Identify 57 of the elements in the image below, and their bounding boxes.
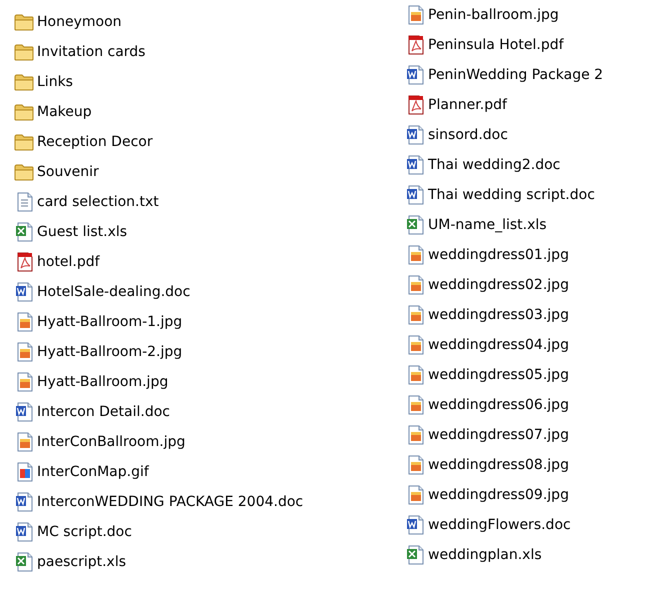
file-name[interactable]: Penin-ballroom.jpg (428, 7, 559, 23)
file-name[interactable]: weddingdress04.jpg (428, 337, 569, 353)
file-name[interactable]: weddingdress01.jpg (428, 247, 569, 263)
word-document-icon (14, 282, 34, 302)
file-name[interactable]: InterConMap.gif (37, 464, 149, 480)
file-name[interactable]: sinsord.doc (428, 127, 508, 143)
file-name[interactable]: weddingdress05.jpg (428, 367, 569, 383)
file-name[interactable]: hotel.pdf (37, 254, 100, 270)
word-document-icon (405, 185, 425, 205)
folder-icon (14, 12, 34, 32)
file-name[interactable]: paescript.xls (37, 554, 126, 570)
file-name[interactable]: weddingdress02.jpg (428, 277, 569, 293)
word-document-icon (14, 492, 34, 512)
folder-name[interactable]: Souvenir (37, 164, 99, 180)
file-name[interactable]: Planner.pdf (428, 97, 507, 113)
file-name[interactable]: weddingdress07.jpg (428, 427, 569, 443)
file-name[interactable]: weddingplan.xls (428, 547, 542, 563)
file-name[interactable]: HotelSale-dealing.doc (37, 284, 190, 300)
file-name[interactable]: PeninWedding Package 2 (428, 67, 604, 83)
word-document-icon (14, 402, 34, 422)
folder-name[interactable]: Honeymoon (37, 14, 122, 30)
file-name[interactable]: weddingdress09.jpg (428, 487, 569, 503)
spreadsheet-icon (405, 215, 425, 235)
file-name[interactable]: Hyatt-Ballroom-1.jpg (37, 314, 182, 330)
folder-icon (14, 42, 34, 62)
folder-name[interactable]: Reception Decor (37, 134, 153, 150)
spreadsheet-icon (405, 545, 425, 565)
file-name[interactable]: weddingdress03.jpg (428, 307, 569, 323)
file-name[interactable]: InterConBallroom.jpg (37, 434, 186, 450)
folder-icon (14, 162, 34, 182)
file-name[interactable]: weddingdress06.jpg (428, 397, 569, 413)
file-name[interactable]: Thai wedding script.doc (428, 187, 595, 203)
word-document-icon (14, 522, 34, 542)
file-name[interactable]: InterconWEDDING PACKAGE 2004.doc (37, 494, 304, 510)
folder-icon (14, 102, 34, 122)
word-document-icon (405, 65, 425, 85)
file-name[interactable]: Thai wedding2.doc (428, 157, 560, 173)
file-name[interactable]: Guest list.xls (37, 224, 128, 240)
file-name[interactable]: Hyatt-Ballroom-2.jpg (37, 344, 182, 360)
word-document-icon (405, 125, 425, 145)
file-name[interactable]: weddingdress08.jpg (428, 457, 569, 473)
file-name[interactable]: MC script.doc (37, 524, 132, 540)
folder-name[interactable]: Links (37, 74, 73, 90)
word-document-icon (405, 515, 425, 535)
folder-icon (14, 132, 34, 152)
word-document-icon (405, 155, 425, 175)
folder-icon (14, 72, 34, 92)
file-name[interactable]: Hyatt-Ballroom.jpg (37, 374, 168, 390)
spreadsheet-icon (14, 552, 34, 572)
folder-name[interactable]: Invitation cards (37, 44, 146, 60)
file-name[interactable]: weddingFlowers.doc (428, 517, 571, 533)
file-name[interactable]: Peninsula Hotel.pdf (428, 37, 564, 53)
folder-name[interactable]: Makeup (37, 104, 92, 120)
file-name[interactable]: UM-name_list.xls (428, 217, 547, 233)
file-name[interactable]: card selection.txt (37, 194, 159, 210)
spreadsheet-icon (14, 222, 34, 242)
file-name[interactable]: Intercon Detail.doc (37, 404, 170, 420)
